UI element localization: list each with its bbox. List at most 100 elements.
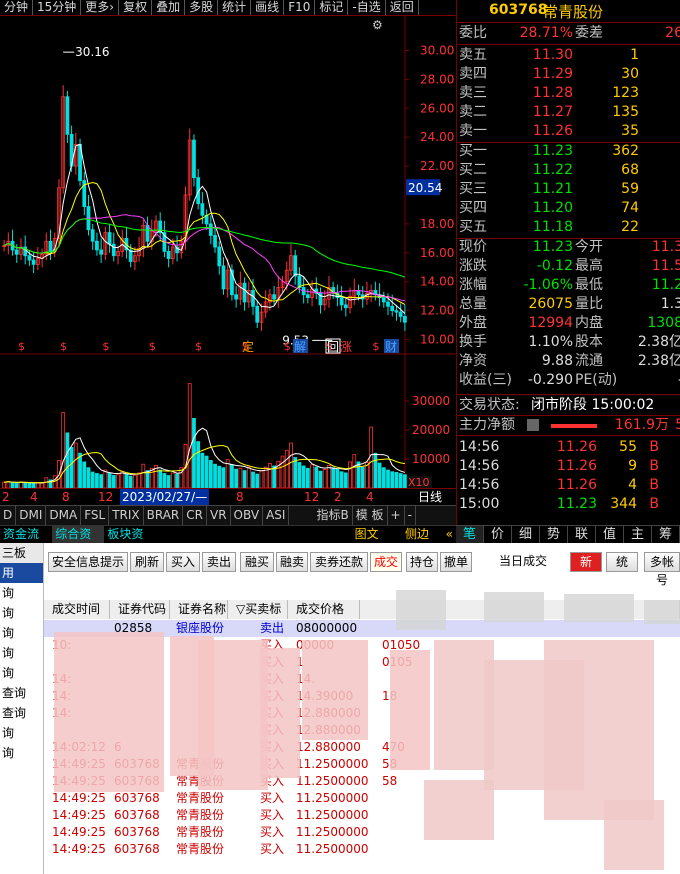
- event-tag[interactable]: 解: [294, 340, 306, 354]
- indicator-tab[interactable]: VR: [207, 506, 231, 525]
- quote-tab[interactable]: 筹: [652, 526, 680, 543]
- trade-row[interactable]: 14:49:25 603768 常青股份 买入 11.2500000: [44, 841, 680, 858]
- indicator-tab[interactable]: DMA: [46, 506, 82, 525]
- quote-tab[interactable]: 笔: [456, 526, 484, 543]
- trade-button[interactable]: 当日成交: [490, 552, 556, 572]
- indicator-tab[interactable]: D: [0, 506, 17, 525]
- settings-gear-icon[interactable]: ⚙: [372, 18, 383, 32]
- trade-button[interactable]: 安全信息提示: [48, 552, 128, 572]
- toolbar-item[interactable]: 画线: [251, 0, 285, 15]
- dividend-marker-icon[interactable]: $: [60, 340, 67, 353]
- main-flow-label: 主力净额: [459, 417, 515, 433]
- info-tab[interactable]: 侧边栏: [402, 526, 443, 558]
- info-tab[interactable]: 资金流向: [0, 526, 52, 558]
- trade-cell-price: 11.2500000: [296, 791, 369, 805]
- left-menu-item[interactable]: 三板: [0, 543, 43, 563]
- event-tag[interactable]: 涨: [340, 339, 352, 354]
- tick-row: 15:00 11.23 344 B: [457, 495, 680, 514]
- left-menu-item[interactable]: 询: [0, 603, 43, 623]
- indicator-tab[interactable]: FSL: [81, 506, 110, 525]
- trade-button[interactable]: 卖出: [202, 552, 236, 572]
- info-tab[interactable]: 板块资讯: [104, 526, 156, 558]
- trade-row[interactable]: 14:49:25 603768 常青股份 买入 11.2500000: [44, 824, 680, 841]
- candle: [398, 303, 403, 323]
- toolbar-item[interactable]: 15分钟: [33, 0, 82, 15]
- toolbar-item[interactable]: 标记: [315, 0, 349, 15]
- toolbar-item[interactable]: 统计: [218, 0, 252, 15]
- dividend-marker-icon[interactable]: $: [195, 340, 202, 353]
- quote-tab[interactable]: 值: [596, 526, 624, 543]
- grid-header[interactable]: 成交价格: [288, 600, 360, 619]
- grid-header[interactable]: ▽买卖标志: [228, 600, 288, 635]
- grid-header[interactable]: 证券名称: [170, 600, 228, 619]
- left-menu-item[interactable]: 询: [0, 623, 43, 643]
- grid-header[interactable]: 证券代码: [110, 600, 170, 619]
- indicator-tab[interactable]: -: [405, 506, 416, 525]
- indicator-tab[interactable]: ASI: [263, 506, 290, 525]
- grid-header[interactable]: 成交时间: [44, 600, 110, 619]
- trade-button[interactable]: 卖券还款: [310, 552, 368, 572]
- info-tab[interactable]: 图文F10: [352, 526, 402, 558]
- quote-tab[interactable]: 主: [624, 526, 652, 543]
- quote-tab[interactable]: 细: [512, 526, 540, 543]
- indicator-tab[interactable]: 模 板: [353, 506, 388, 525]
- trade-button[interactable]: 刷新: [130, 552, 164, 572]
- toolbar-item[interactable]: 多股: [185, 0, 219, 15]
- left-menu-item[interactable]: 询: [0, 743, 43, 763]
- trade-cell-flag: 买入: [260, 808, 285, 822]
- kline-chart[interactable]: MA5: 11.56MA10: 11.73MA20: 11.96MA60: 12…: [0, 16, 456, 488]
- quote-tab[interactable]: 势: [540, 526, 568, 543]
- toolbar-item[interactable]: 复权: [119, 0, 153, 15]
- toolbar-item[interactable]: 分钟: [0, 0, 34, 15]
- main-flow-icon[interactable]: [527, 419, 539, 431]
- indicator-tab[interactable]: DMI: [16, 506, 47, 525]
- toolbar-item[interactable]: 返回: [386, 0, 419, 15]
- event-tag[interactable]: 财: [385, 340, 397, 354]
- quote-tab[interactable]: 价: [484, 526, 512, 543]
- dividend-marker-icon[interactable]: $: [149, 340, 156, 353]
- indicator-tab[interactable]: +: [388, 506, 405, 525]
- left-menu-item[interactable]: 询: [0, 583, 43, 603]
- toolbar-item[interactable]: 更多›: [81, 0, 120, 15]
- trade-button[interactable]: 撤单: [440, 552, 472, 572]
- dividend-marker-icon[interactable]: $: [284, 340, 291, 353]
- toolbar-item[interactable]: 叠加: [152, 0, 186, 15]
- left-menu-item[interactable]: 询: [0, 663, 43, 683]
- dividend-marker-icon[interactable]: $: [18, 340, 25, 353]
- volume-bar: [377, 462, 382, 488]
- indicator-tab[interactable]: CR: [183, 506, 207, 525]
- volume-bar: [314, 466, 319, 488]
- candle: [318, 287, 323, 314]
- indicator-tab[interactable]: 指标B: [313, 506, 353, 525]
- trade-cell-flag: 卖出: [260, 621, 285, 635]
- trade-button[interactable]: 融卖: [276, 552, 308, 572]
- info-tab[interactable]: 综合资讯: [52, 526, 105, 558]
- toolbar-item[interactable]: -自选: [348, 0, 386, 15]
- event-tag[interactable]: 回: [327, 340, 339, 354]
- stat-value: 2.38亿: [637, 334, 680, 350]
- left-menu-item[interactable]: 询: [0, 723, 43, 743]
- toolbar-item[interactable]: F10: [284, 0, 316, 15]
- dividend-marker-icon[interactable]: $: [372, 340, 379, 353]
- trade-button[interactable]: 融买: [240, 552, 274, 572]
- trade-button[interactable]: 新: [570, 552, 602, 572]
- privacy-mask: [424, 780, 494, 840]
- indicator-tab[interactable]: OBV: [231, 506, 264, 525]
- trade-button[interactable]: 成交: [370, 552, 402, 572]
- trade-button[interactable]: 统: [606, 552, 638, 572]
- event-tag[interactable]: 定: [242, 339, 254, 354]
- quote-tab[interactable]: 联: [568, 526, 596, 543]
- dividend-marker-icon[interactable]: $: [102, 340, 109, 353]
- trade-button[interactable]: 买入: [166, 552, 200, 572]
- left-menu-item[interactable]: 查询: [0, 683, 43, 703]
- collapse-icon[interactable]: «: [443, 526, 456, 543]
- period-label[interactable]: 日线: [418, 489, 442, 505]
- left-menu-item[interactable]: 查询: [0, 703, 43, 723]
- volume-bar: [187, 383, 192, 488]
- left-menu-item[interactable]: 用: [0, 563, 43, 583]
- indicator-tab[interactable]: TRIX: [109, 506, 144, 525]
- trade-button[interactable]: 多帐号: [644, 552, 680, 587]
- left-menu-item[interactable]: 询: [0, 643, 43, 663]
- indicator-tab[interactable]: BRAR: [144, 506, 184, 525]
- trade-button[interactable]: 持仓: [406, 552, 438, 572]
